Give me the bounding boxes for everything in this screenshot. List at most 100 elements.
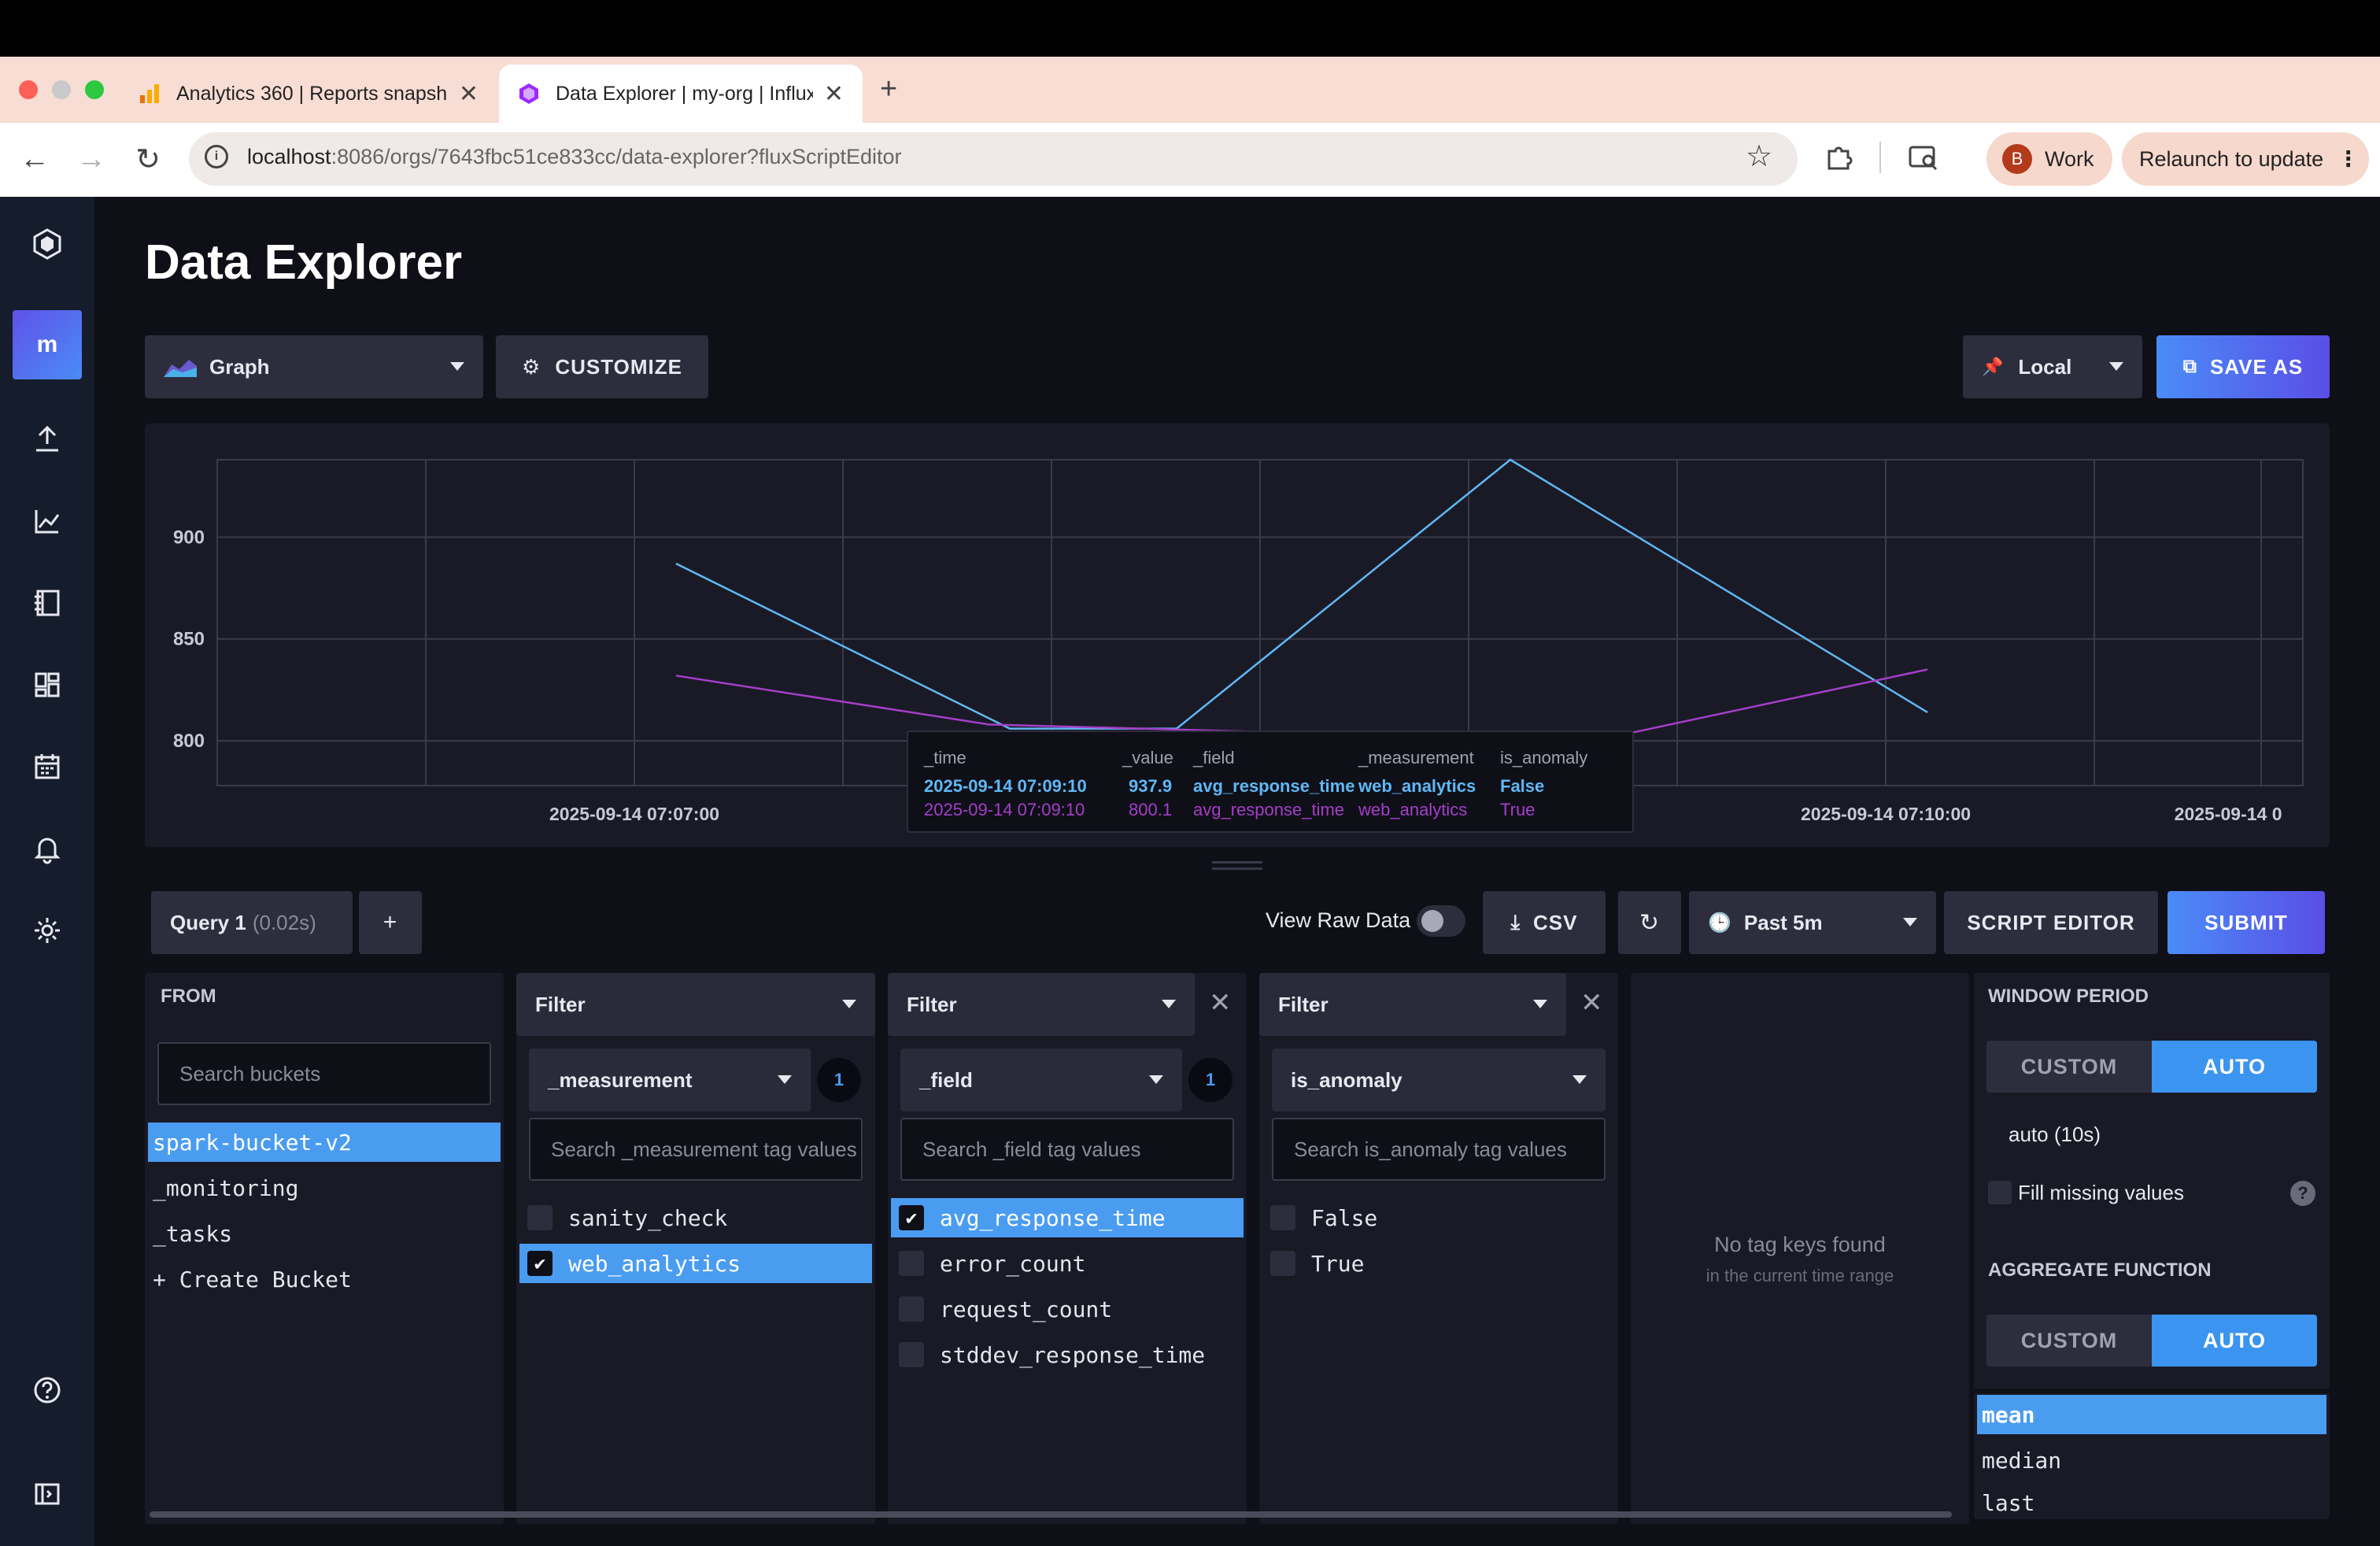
- submit-button[interactable]: SUBMIT: [2168, 891, 2325, 954]
- tag-key-dropdown[interactable]: _field: [900, 1049, 1182, 1111]
- tooltip-header-anomaly: is_anomaly: [1500, 748, 1588, 767]
- auto-option[interactable]: AUTO: [2152, 1315, 2317, 1367]
- resize-handle-line[interactable]: [1212, 861, 1262, 864]
- extensions-icon[interactable]: [1824, 143, 1853, 172]
- profile-button[interactable]: B Work: [1986, 132, 2112, 186]
- view-raw-data-toggle[interactable]: [1417, 905, 1465, 937]
- toolbar-divider: [1879, 142, 1881, 173]
- refresh-button[interactable]: ↻: [1618, 891, 1681, 954]
- tag-value-item[interactable]: request_count: [891, 1289, 1244, 1329]
- collapse-sidebar-icon[interactable]: [24, 1470, 71, 1518]
- back-icon[interactable]: ←: [17, 142, 52, 176]
- tab-analytics[interactable]: Analytics 360 | Reports snapshot ✕: [120, 65, 497, 123]
- tag-value-label: error_count: [940, 1250, 1086, 1277]
- tag-value-item[interactable]: True: [1262, 1244, 1615, 1283]
- selected-count-badge: 1: [1188, 1058, 1232, 1102]
- bucket-item[interactable]: spark-bucket-v2: [148, 1123, 501, 1162]
- custom-option[interactable]: CUSTOM: [1986, 1041, 2152, 1093]
- checkbox[interactable]: [899, 1296, 924, 1322]
- remove-filter-icon[interactable]: ✕: [1580, 987, 1603, 1019]
- resize-handle-line[interactable]: [1212, 867, 1262, 870]
- checkbox-checked[interactable]: ✔: [899, 1205, 924, 1230]
- bucket-item[interactable]: _monitoring: [148, 1168, 501, 1208]
- close-window-button[interactable]: [19, 80, 38, 99]
- search-buckets-input[interactable]: Search buckets: [157, 1042, 491, 1105]
- dashboards-icon[interactable]: [24, 661, 71, 708]
- reload-icon[interactable]: ↻: [131, 142, 165, 176]
- tag-value-item[interactable]: stddev_response_time: [891, 1335, 1244, 1374]
- filter-function-dropdown[interactable]: Filter: [1259, 973, 1566, 1036]
- alerts-bell-icon[interactable]: [24, 825, 71, 872]
- bucket-item[interactable]: _tasks: [148, 1214, 501, 1253]
- horizontal-scrollbar[interactable]: [150, 1511, 1952, 1518]
- site-info-icon[interactable]: i: [205, 145, 228, 168]
- url-text[interactable]: localhost:8086/orgs/7643fbc51ce833cc/dat…: [247, 145, 902, 169]
- tooltip-cell: avg_response_time: [1193, 776, 1355, 796]
- checkbox[interactable]: [527, 1205, 552, 1230]
- checkbox[interactable]: [1270, 1205, 1295, 1230]
- tab-search-icon[interactable]: [1908, 143, 1939, 172]
- from-header: FROM: [161, 986, 216, 1007]
- chevron-down-icon: [1162, 1000, 1176, 1008]
- create-bucket-link[interactable]: + Create Bucket: [148, 1259, 501, 1299]
- data-explorer-icon[interactable]: [24, 497, 71, 545]
- query-tab[interactable]: Query 1 (0.02s): [151, 891, 353, 954]
- y-tick-label: 850: [173, 629, 205, 650]
- tag-value-item[interactable]: False: [1262, 1198, 1615, 1237]
- profile-avatar: B: [2002, 144, 2032, 174]
- filter-function-dropdown[interactable]: Filter: [888, 973, 1195, 1036]
- help-icon[interactable]: [24, 1367, 71, 1414]
- timezone-dropdown[interactable]: 📌 Local: [1963, 335, 2142, 398]
- customize-button[interactable]: ⚙ CUSTOMIZE: [496, 335, 708, 398]
- remove-filter-icon[interactable]: ✕: [1209, 987, 1232, 1019]
- more-menu-icon[interactable]: ⋮: [2338, 147, 2359, 172]
- filter-head-label: Filter: [1278, 992, 1329, 1016]
- fill-missing-checkbox[interactable]: [1988, 1181, 2012, 1204]
- csv-download-button[interactable]: ⤓ CSV: [1483, 891, 1606, 954]
- save-as-button[interactable]: ⧉ SAVE AS: [2156, 335, 2330, 398]
- search-tag-values-input[interactable]: Search is_anomaly tag values: [1272, 1118, 1606, 1181]
- tag-value-item[interactable]: ✔ web_analytics: [519, 1244, 872, 1283]
- checkbox[interactable]: [899, 1342, 924, 1367]
- tasks-calendar-icon[interactable]: [24, 743, 71, 790]
- bookmark-star-icon[interactable]: ☆: [1746, 139, 1772, 174]
- checkbox-checked[interactable]: ✔: [527, 1251, 552, 1276]
- tag-key-dropdown[interactable]: _measurement: [529, 1049, 811, 1111]
- close-tab-icon[interactable]: ✕: [824, 80, 844, 108]
- relaunch-button[interactable]: Relaunch to update ⋮: [2122, 132, 2369, 186]
- add-query-button[interactable]: +: [359, 891, 422, 954]
- minimize-window-button[interactable]: [52, 80, 71, 99]
- tab-data-explorer[interactable]: Data Explorer | my-org | InfluxDB ✕: [499, 65, 863, 123]
- tag-value-item[interactable]: sanity_check: [519, 1198, 872, 1237]
- maximize-window-button[interactable]: [85, 80, 104, 99]
- search-tag-values-input[interactable]: Search _field tag values: [900, 1118, 1234, 1181]
- time-range-dropdown[interactable]: 🕒 Past 5m: [1689, 891, 1936, 954]
- y-tick-label: 800: [173, 730, 205, 752]
- aggregate-function-item[interactable]: last: [1977, 1486, 2326, 1519]
- settings-gear-icon[interactable]: [24, 907, 71, 954]
- tooltip-cell: 800.1: [1129, 800, 1173, 819]
- notebooks-icon[interactable]: [24, 579, 71, 627]
- aggregate-function-item[interactable]: median: [1977, 1441, 2326, 1480]
- custom-option[interactable]: CUSTOM: [1986, 1315, 2152, 1367]
- filter-function-dropdown[interactable]: Filter: [516, 973, 875, 1036]
- tag-value-item[interactable]: error_count: [891, 1244, 1244, 1283]
- visualization-type-dropdown[interactable]: Graph: [145, 335, 483, 398]
- script-editor-button[interactable]: SCRIPT EDITOR: [1944, 891, 2158, 954]
- aggregate-function-item[interactable]: mean: [1977, 1395, 2326, 1434]
- forward-icon[interactable]: →: [74, 142, 109, 176]
- auto-option[interactable]: AUTO: [2152, 1041, 2317, 1093]
- close-tab-icon[interactable]: ✕: [459, 80, 479, 108]
- influxdb-logo-icon[interactable]: [24, 220, 71, 268]
- org-avatar[interactable]: m: [13, 310, 82, 379]
- upload-icon[interactable]: [24, 416, 71, 463]
- new-tab-button[interactable]: +: [880, 72, 897, 106]
- tooltip-cell: 937.9: [1129, 776, 1173, 796]
- checkbox[interactable]: [1270, 1251, 1295, 1276]
- tag-value-item[interactable]: ✔ avg_response_time: [891, 1198, 1244, 1237]
- relaunch-label: Relaunch to update: [2139, 146, 2324, 171]
- checkbox[interactable]: [899, 1251, 924, 1276]
- help-icon[interactable]: ?: [2290, 1181, 2315, 1206]
- search-tag-values-input[interactable]: Search _measurement tag values: [529, 1118, 863, 1181]
- tag-key-dropdown[interactable]: is_anomaly: [1272, 1049, 1606, 1111]
